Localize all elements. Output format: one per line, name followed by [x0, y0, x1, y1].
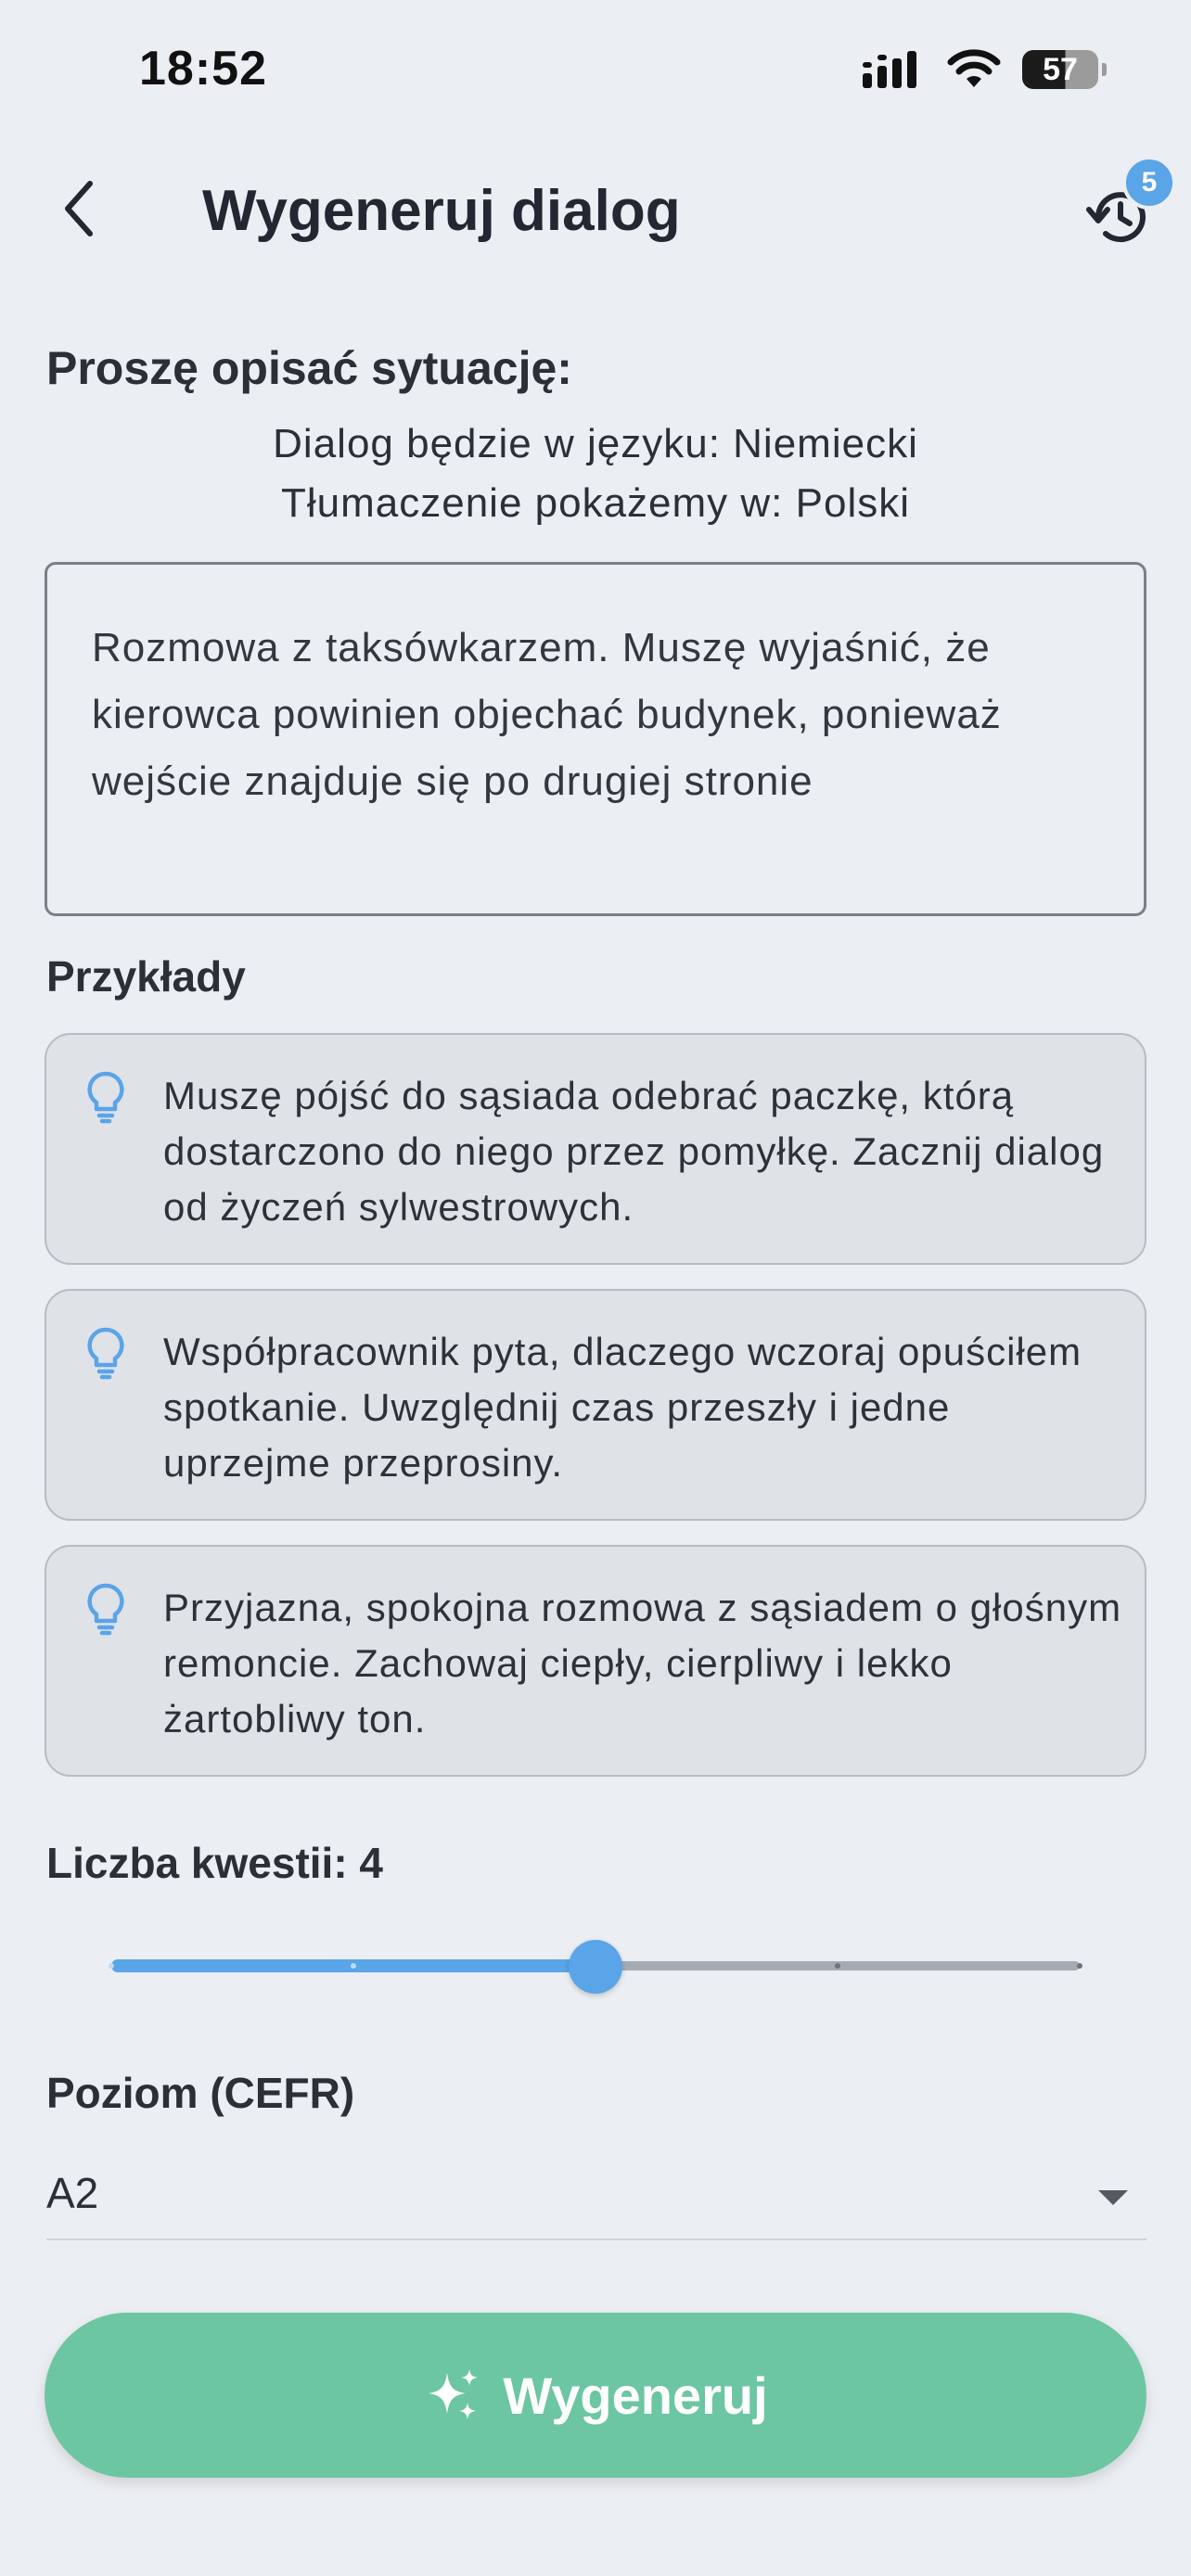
level-selected-value: A2	[46, 2169, 99, 2217]
dialog-language-info: Dialog będzie w języku: Niemiecki	[273, 421, 918, 466]
level-select[interactable]: A2	[46, 2157, 1146, 2240]
turns-count-label: Liczba kwestii: 4	[46, 1839, 384, 1887]
example-text: Przyjazna, spokojna rozmowa z sąsiadem o…	[163, 1586, 1122, 1741]
generate-button[interactable]: Wygeneruj	[45, 2313, 1146, 2478]
lightbulb-icon	[87, 1583, 124, 1636]
lightbulb-icon	[87, 1071, 124, 1124]
history-count-badge: 5	[1122, 156, 1176, 210]
chevron-left-icon	[65, 181, 93, 236]
examples-label: Przykłady	[46, 952, 246, 1001]
sparkles-icon	[429, 2369, 479, 2419]
example-text: Współpracownik pyta, dlaczego wczoraj op…	[163, 1330, 1082, 1485]
situation-textarea[interactable]: Rozmowa z taksówkarzem. Muszę wyjaśnić, …	[45, 562, 1146, 916]
situation-heading: Proszę opisać sytuację:	[46, 342, 572, 394]
slider-tick	[835, 1963, 840, 1969]
wifi-icon	[947, 49, 1001, 87]
caret-down-icon	[1098, 2190, 1128, 2205]
battery-icon: 57	[1022, 50, 1107, 89]
example-text: Muszę pójść do sąsiada odebrać paczkę, k…	[163, 1074, 1105, 1229]
level-label: Poziom (CEFR)	[46, 2069, 355, 2117]
back-button[interactable]	[46, 174, 111, 243]
slider-tick	[1077, 1963, 1082, 1969]
slider-thumb[interactable]	[569, 1940, 622, 1994]
example-card[interactable]: Muszę pójść do sąsiada odebrać paczkę, k…	[45, 1033, 1146, 1265]
translation-language-info: Tłumaczenie pokażemy w: Polski	[280, 480, 910, 526]
lightbulb-icon	[87, 1327, 124, 1380]
cellular-signal-icon	[863, 51, 916, 88]
example-card[interactable]: Współpracownik pyta, dlaczego wczoraj op…	[45, 1289, 1146, 1521]
header: Wygeneruj dialog	[0, 158, 1191, 260]
page-title: Wygeneruj dialog	[202, 179, 681, 243]
status-icons: 57	[861, 46, 1107, 93]
generate-button-label: Wygeneruj	[503, 2366, 768, 2425]
status-time: 18:52	[139, 42, 267, 96]
slider-tick	[109, 1963, 114, 1969]
slider-tick	[351, 1963, 356, 1969]
example-card[interactable]: Przyjazna, spokojna rozmowa z sąsiadem o…	[45, 1545, 1146, 1777]
status-bar: 18:52 57	[0, 0, 1191, 139]
turns-slider[interactable]	[109, 1932, 1082, 1999]
